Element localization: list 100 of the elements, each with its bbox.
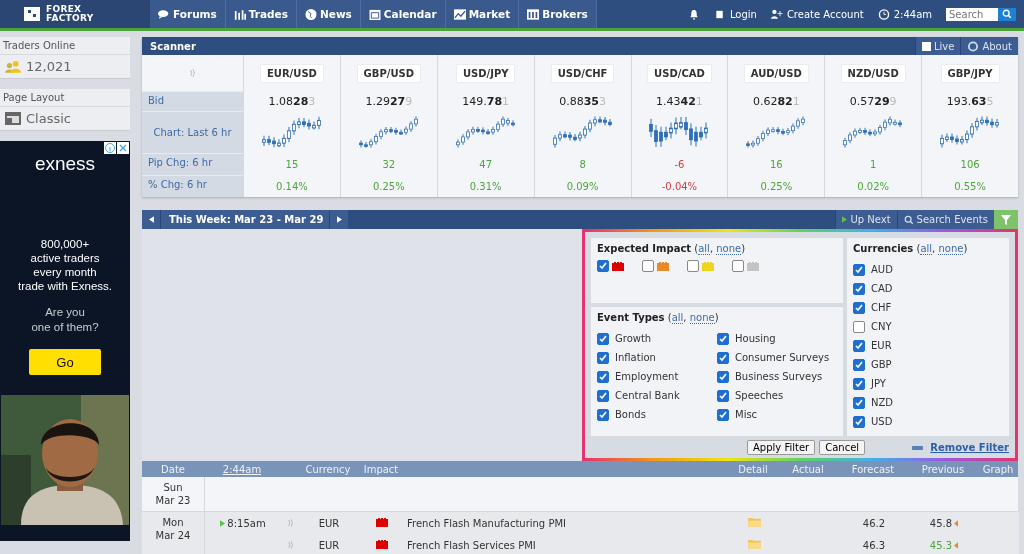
- checkbox[interactable]: [853, 415, 865, 428]
- pip-change: 106: [959, 157, 981, 172]
- go-button[interactable]: Go: [29, 349, 101, 375]
- pip-change: 47: [478, 157, 494, 172]
- checkbox[interactable]: [597, 332, 609, 345]
- building-icon: [527, 8, 540, 20]
- week-title[interactable]: This Week: Mar 23 - Mar 29: [160, 210, 331, 229]
- pair-tab[interactable]: GBP/JPY: [941, 64, 999, 82]
- column-header: Date: [160, 463, 186, 475]
- logo[interactable]: FOREX FACTORY: [0, 0, 150, 28]
- checkbox[interactable]: [717, 332, 729, 345]
- layout-value[interactable]: Classic: [26, 111, 71, 126]
- date-cell-text: Sun Mar 23: [155, 481, 191, 508]
- percent-change: 0.25%: [759, 179, 794, 194]
- option-label: Housing: [735, 333, 776, 344]
- checkbox[interactable]: [717, 351, 729, 364]
- clock-time: 2:44am: [877, 8, 932, 20]
- option-label: Central Bank: [615, 390, 680, 401]
- none-link[interactable]: none: [716, 243, 742, 255]
- impact-folder-icon[interactable]: [376, 539, 388, 549]
- previous-cell: 45.3: [929, 539, 953, 551]
- search-field[interactable]: Search: [946, 7, 998, 21]
- about-link[interactable]: About: [960, 37, 1018, 55]
- close-icon[interactable]: [117, 142, 129, 154]
- search-button[interactable]: [998, 7, 1016, 21]
- checkbox[interactable]: [642, 260, 654, 272]
- info-icon[interactable]: [104, 142, 116, 154]
- checkbox[interactable]: [853, 358, 865, 371]
- checkbox[interactable]: [853, 282, 865, 295]
- column-header: Currency: [304, 463, 352, 475]
- online-count: 12,021: [26, 59, 72, 74]
- option-label: Growth: [615, 333, 652, 344]
- option-label: CHF: [871, 302, 892, 313]
- pair-tab[interactable]: USD/JPY: [456, 64, 515, 82]
- checkbox[interactable]: [853, 320, 865, 333]
- up-next-button[interactable]: Up Next: [835, 210, 897, 229]
- all-link[interactable]: all: [698, 243, 710, 255]
- apply-filter-button[interactable]: Apply Filter: [747, 440, 816, 455]
- checkbox[interactable]: [922, 41, 931, 51]
- checkbox[interactable]: [597, 389, 609, 402]
- pair-tab[interactable]: EUR/USD: [260, 64, 323, 82]
- event-title[interactable]: French Flash Services PMI: [407, 539, 729, 551]
- clock-icon: [877, 8, 890, 20]
- checkbox[interactable]: [853, 396, 865, 409]
- previous-week-button[interactable]: [142, 210, 160, 229]
- candlestick-sparkline: [940, 116, 1001, 148]
- none-link[interactable]: none: [938, 243, 964, 255]
- percent-change: 0.25%: [371, 179, 406, 194]
- pair-tab[interactable]: AUD/USD: [744, 64, 808, 82]
- checkbox[interactable]: [717, 408, 729, 421]
- bid-price: 1.43421: [655, 93, 704, 110]
- option-label: CAD: [871, 283, 893, 294]
- lifebuoy-icon: [967, 40, 980, 52]
- panel-title: Scanner: [149, 40, 196, 52]
- checkbox[interactable]: [717, 389, 729, 402]
- next-week-button[interactable]: [330, 210, 349, 229]
- bid-price: 149.781: [461, 93, 511, 110]
- option-label: Business Surveys: [735, 371, 823, 382]
- checkbox[interactable]: [597, 260, 609, 272]
- live-toggle[interactable]: Live: [915, 37, 961, 55]
- checkbox[interactable]: [853, 263, 865, 276]
- search-events-button[interactable]: Search Events: [896, 210, 994, 229]
- section-heading: Expected Impact (all, none): [597, 243, 747, 254]
- percent-change: 0.02%: [856, 179, 891, 194]
- checkbox[interactable]: [597, 408, 609, 421]
- pair-tab[interactable]: USD/CAD: [648, 64, 711, 82]
- remove-filter-link[interactable]: Remove Filter: [930, 442, 1009, 453]
- cancel-button[interactable]: Cancel: [819, 440, 866, 455]
- pair-tab[interactable]: NZD/USD: [841, 64, 905, 82]
- bid-price: 0.88353: [558, 93, 607, 110]
- pair-tab[interactable]: GBP/USD: [357, 64, 421, 82]
- pip-change: 16: [768, 157, 784, 172]
- pair-tab[interactable]: USD/CHF: [551, 64, 614, 82]
- checkbox[interactable]: [717, 370, 729, 383]
- section-heading: Currencies (all, none): [853, 243, 969, 254]
- row-label: Pip Chg: 6 hr: [142, 153, 243, 175]
- option-label: NZD: [871, 397, 894, 408]
- none-link[interactable]: none: [689, 312, 715, 324]
- checkbox[interactable]: [732, 260, 744, 272]
- candlestick-sparkline: [649, 116, 710, 148]
- candlestick-sparkline: [455, 116, 516, 148]
- login-link[interactable]: Login: [713, 8, 757, 20]
- option-label: Inflation: [615, 352, 656, 363]
- checkbox[interactable]: [853, 339, 865, 352]
- checkbox[interactable]: [853, 377, 865, 390]
- checkbox[interactable]: [597, 351, 609, 364]
- create-account-link[interactable]: Create Account: [770, 8, 864, 20]
- date-cell-text: Mon Mar 24: [155, 516, 191, 543]
- all-link[interactable]: all: [920, 243, 933, 255]
- column-header: Detail: [737, 463, 769, 475]
- checkbox[interactable]: [687, 260, 699, 272]
- column-header: Graph: [981, 463, 1015, 475]
- checkbox[interactable]: [597, 370, 609, 383]
- section-heading: Event Types (all, none): [597, 312, 720, 323]
- checkbox[interactable]: [853, 301, 865, 314]
- option-label: USD: [871, 416, 893, 427]
- impact-folder-icon[interactable]: [376, 517, 388, 527]
- event-title[interactable]: French Flash Manufacturing PMI: [407, 517, 729, 529]
- time-cell: 8:15am: [227, 517, 266, 529]
- candlestick-sparkline: [261, 116, 322, 148]
